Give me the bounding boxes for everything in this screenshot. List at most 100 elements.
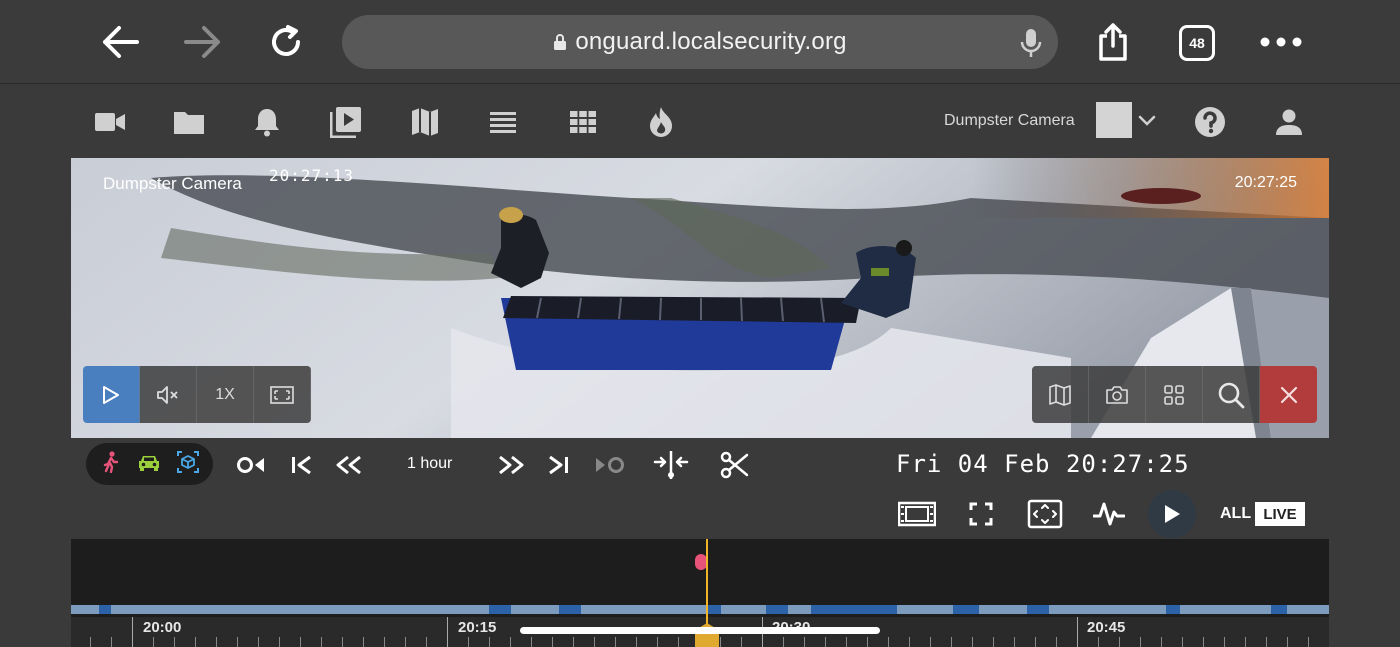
play-live-button[interactable] — [1148, 490, 1196, 538]
zoom-search-button[interactable] — [1203, 366, 1260, 423]
skip-to-start-button[interactable] — [290, 450, 312, 480]
recording-segment — [99, 605, 111, 614]
map-icon[interactable] — [408, 105, 442, 139]
ruler-tick — [951, 637, 952, 647]
frame-corners-icon — [270, 385, 294, 404]
speed-button[interactable]: 1X — [197, 366, 254, 423]
grid-icon[interactable] — [566, 105, 600, 139]
map-view-button[interactable] — [1032, 366, 1089, 423]
ruler-tick — [195, 637, 196, 647]
fast-forward-icon — [499, 455, 524, 475]
video-player[interactable]: Dumpster Camera 20:27:13 20:27:25 1X — [71, 158, 1329, 438]
time-label: 20:15 — [458, 619, 497, 636]
ruler-tick — [1182, 637, 1183, 647]
more-options-icon[interactable] — [1260, 22, 1302, 62]
rewind-icon — [336, 455, 361, 475]
all-cameras-toggle[interactable]: ALL — [1220, 505, 1251, 523]
aspect-fit-button[interactable] — [1026, 497, 1064, 531]
camera-selector-label[interactable]: Dumpster Camera — [944, 112, 1075, 130]
person-filter-icon[interactable] — [101, 450, 121, 478]
ruler-tick — [825, 637, 826, 647]
video-controls-right — [1032, 366, 1317, 423]
next-event-button[interactable] — [593, 450, 625, 480]
ruler-tick — [930, 637, 931, 647]
ruler-tick — [279, 637, 280, 647]
time-label: 20:00 — [143, 619, 182, 636]
recording-segment — [559, 605, 581, 614]
address-bar[interactable]: onguard.localsecurity.org — [342, 15, 1058, 69]
ruler-tick — [615, 637, 616, 647]
fit-frame-button[interactable] — [254, 366, 311, 423]
bell-icon[interactable] — [250, 105, 284, 139]
user-account-icon[interactable] — [1272, 105, 1306, 139]
ruler-tick — [510, 637, 511, 647]
ruler-tick — [132, 617, 133, 647]
ruler-tick — [1077, 617, 1078, 647]
list-icon[interactable] — [486, 105, 520, 139]
activity-graph-button[interactable] — [1090, 497, 1128, 531]
vehicle-filter-icon[interactable] — [138, 453, 160, 476]
skip-forward-icon — [549, 455, 568, 475]
camera-thumbnail[interactable] — [1096, 102, 1132, 138]
timeline-span-selector[interactable]: 1 hour — [407, 455, 452, 473]
rewind-button[interactable] — [334, 450, 364, 480]
ruler-tick — [300, 637, 301, 647]
filmstrip-button[interactable] — [898, 497, 936, 531]
fullscreen-button[interactable] — [962, 497, 1000, 531]
ruler-tick — [447, 617, 448, 647]
heatmap-flame-icon[interactable] — [644, 105, 678, 139]
ruler-tick — [489, 637, 490, 647]
recording-segment — [1166, 605, 1180, 614]
object-filter-icon[interactable] — [176, 450, 199, 478]
previous-event-icon — [237, 457, 264, 473]
close-video-button[interactable] — [1260, 366, 1317, 423]
chevron-down-icon[interactable] — [1131, 107, 1163, 135]
camera-icon[interactable] — [93, 105, 127, 139]
ruler-tick — [972, 637, 973, 647]
ruler-tick — [90, 637, 91, 647]
skip-to-end-button[interactable] — [548, 450, 570, 480]
fullscreen-icon — [969, 502, 993, 526]
tab-count-button[interactable]: 48 — [1179, 25, 1215, 61]
back-arrow-icon[interactable] — [100, 22, 140, 62]
snapshot-button[interactable] — [1089, 366, 1146, 423]
recording-track[interactable] — [71, 605, 1329, 614]
ruler-tick — [993, 637, 994, 647]
ruler-tick — [174, 637, 175, 647]
ruler-tick — [1287, 637, 1288, 647]
filmstrip-icon — [898, 501, 936, 527]
ruler-tick — [1056, 637, 1057, 647]
clip-export-button[interactable] — [720, 450, 750, 480]
ruler-tick — [720, 637, 721, 647]
detection-filters — [86, 443, 213, 485]
ruler-tick — [804, 637, 805, 647]
live-button[interactable]: LIVE — [1255, 502, 1305, 526]
mute-button[interactable] — [140, 366, 197, 423]
previous-event-button[interactable] — [236, 450, 268, 480]
ruler-tick — [783, 637, 784, 647]
ruler-tick — [468, 637, 469, 647]
forward-arrow-icon[interactable] — [183, 22, 223, 62]
ruler-tick — [636, 637, 637, 647]
lock-icon — [554, 34, 567, 50]
app-toolbar: Dumpster Camera — [0, 85, 1400, 158]
play-button[interactable] — [83, 366, 140, 423]
ruler-tick — [678, 637, 679, 647]
ruler-tick — [573, 637, 574, 647]
fast-forward-button[interactable] — [496, 450, 526, 480]
four-squares-icon — [1164, 384, 1184, 405]
reload-icon[interactable] — [266, 22, 306, 62]
share-icon[interactable] — [1093, 22, 1133, 62]
skip-back-icon — [292, 455, 311, 475]
recording-segment — [766, 605, 788, 614]
layout-button[interactable] — [1146, 366, 1203, 423]
ruler-tick — [1308, 637, 1309, 647]
video-timestamp: 20:27:25 — [1234, 174, 1297, 191]
ruler-tick — [426, 637, 427, 647]
playback-library-icon[interactable] — [329, 105, 363, 139]
jump-to-cursor-button[interactable] — [653, 450, 689, 480]
microphone-icon[interactable] — [1020, 28, 1042, 63]
folder-icon[interactable] — [172, 105, 206, 139]
help-icon[interactable] — [1193, 105, 1227, 139]
current-datetime: Fri 04 Feb 20:27:25 — [896, 450, 1190, 478]
